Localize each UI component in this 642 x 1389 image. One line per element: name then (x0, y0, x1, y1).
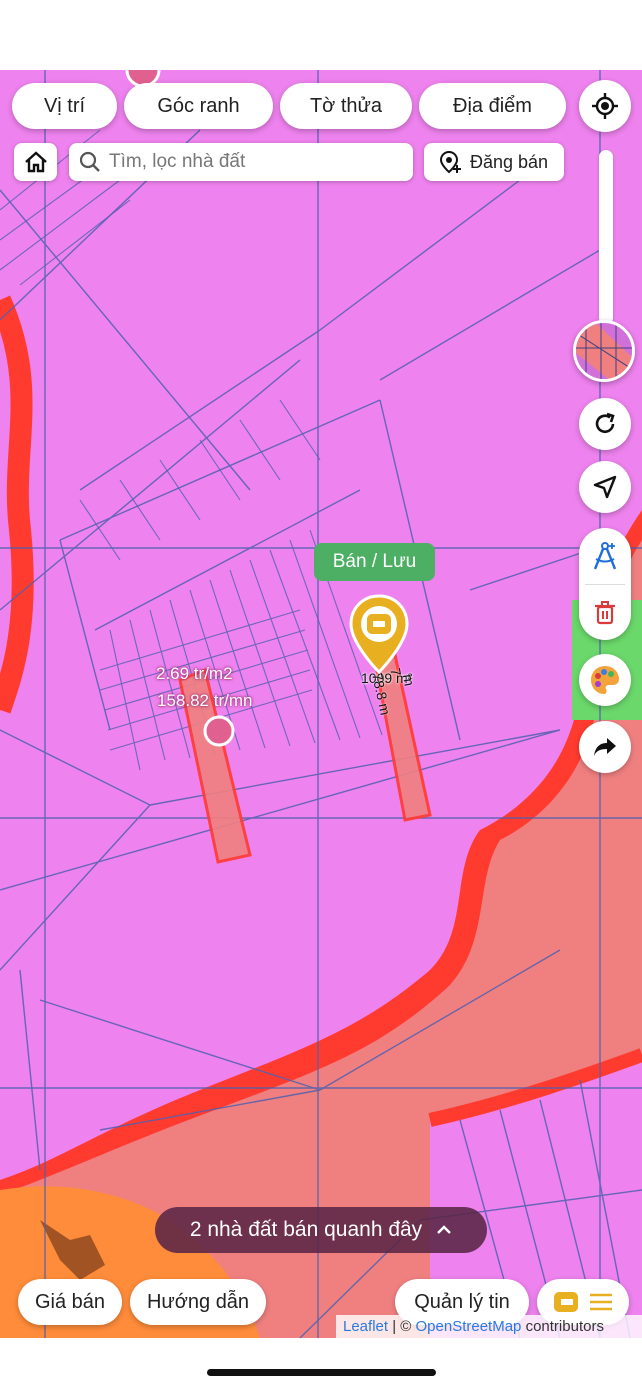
chevron-up-icon (437, 1225, 452, 1234)
share-arrow-icon (594, 738, 616, 756)
measure-button[interactable] (579, 528, 631, 584)
navigate-button[interactable] (579, 461, 631, 513)
listing-price-total: 158.82 tr/mn (157, 691, 253, 710)
osm-link[interactable]: OpenStreetMap (416, 1318, 522, 1335)
leaflet-link[interactable]: Leaflet (343, 1318, 388, 1335)
location-pin-icon[interactable] (349, 594, 409, 675)
crosshair-icon (592, 93, 618, 119)
filter-place[interactable]: Địa điểm (419, 83, 566, 129)
refresh-button[interactable] (579, 398, 631, 450)
hamburger-menu-icon (590, 1293, 612, 1311)
measure-tool-group (579, 528, 631, 640)
map-canvas[interactable]: 2.69 tr/m2 158.82 tr/mn 1009 m² 7 m 78.8… (0, 70, 642, 1338)
guide-button[interactable]: Hướng dẫn (130, 1279, 266, 1325)
post-listing-button[interactable]: Đăng bán (424, 143, 564, 181)
parcel-side-b-label: m (399, 672, 418, 688)
home-icon (24, 151, 47, 173)
refresh-icon (595, 412, 615, 433)
app-logo-icon (554, 1292, 578, 1312)
share-button[interactable] (579, 721, 631, 773)
delete-measure-button[interactable] (579, 585, 631, 640)
price-button[interactable]: Giá bán (18, 1279, 122, 1325)
nearby-listings-toggle[interactable]: 2 nhà đất bán quanh đây (155, 1207, 487, 1253)
home-indicator (207, 1369, 436, 1376)
listing-price-per-m2: 2.69 tr/m2 (156, 664, 233, 683)
map-attribution: Leaflet | © OpenStreetMap contributors (336, 1315, 642, 1338)
navigation-arrow-icon (593, 475, 617, 499)
trash-icon (595, 600, 615, 624)
filter-corner[interactable]: Góc ranh (124, 83, 273, 129)
compass-measure-icon (593, 542, 617, 570)
location-add-icon (439, 150, 461, 174)
map-tiles (0, 70, 642, 1338)
sell-save-tag[interactable]: Bán / Lưu (314, 543, 435, 581)
search-icon (79, 151, 100, 172)
nearby-listings-label: 2 nhà đất bán quanh đây (189, 1218, 423, 1241)
layer-thumbnail[interactable] (573, 320, 635, 382)
home-button[interactable] (14, 143, 57, 181)
post-listing-label: Đăng bán (469, 151, 549, 172)
locate-me-button[interactable] (579, 80, 631, 132)
palette-icon (591, 666, 619, 694)
attribution-contributors: contributors (521, 1318, 604, 1335)
opacity-slider-track[interactable] (599, 150, 613, 325)
filter-sheet-parcel[interactable]: Tờ thửa (280, 83, 412, 129)
attribution-separator: | © (388, 1318, 416, 1335)
filter-location[interactable]: Vị trí (12, 83, 117, 129)
search-placeholder: Tìm, lọc nhà đất (109, 151, 246, 172)
color-palette-button[interactable] (579, 654, 631, 706)
search-input[interactable]: Tìm, lọc nhà đất (69, 143, 413, 181)
